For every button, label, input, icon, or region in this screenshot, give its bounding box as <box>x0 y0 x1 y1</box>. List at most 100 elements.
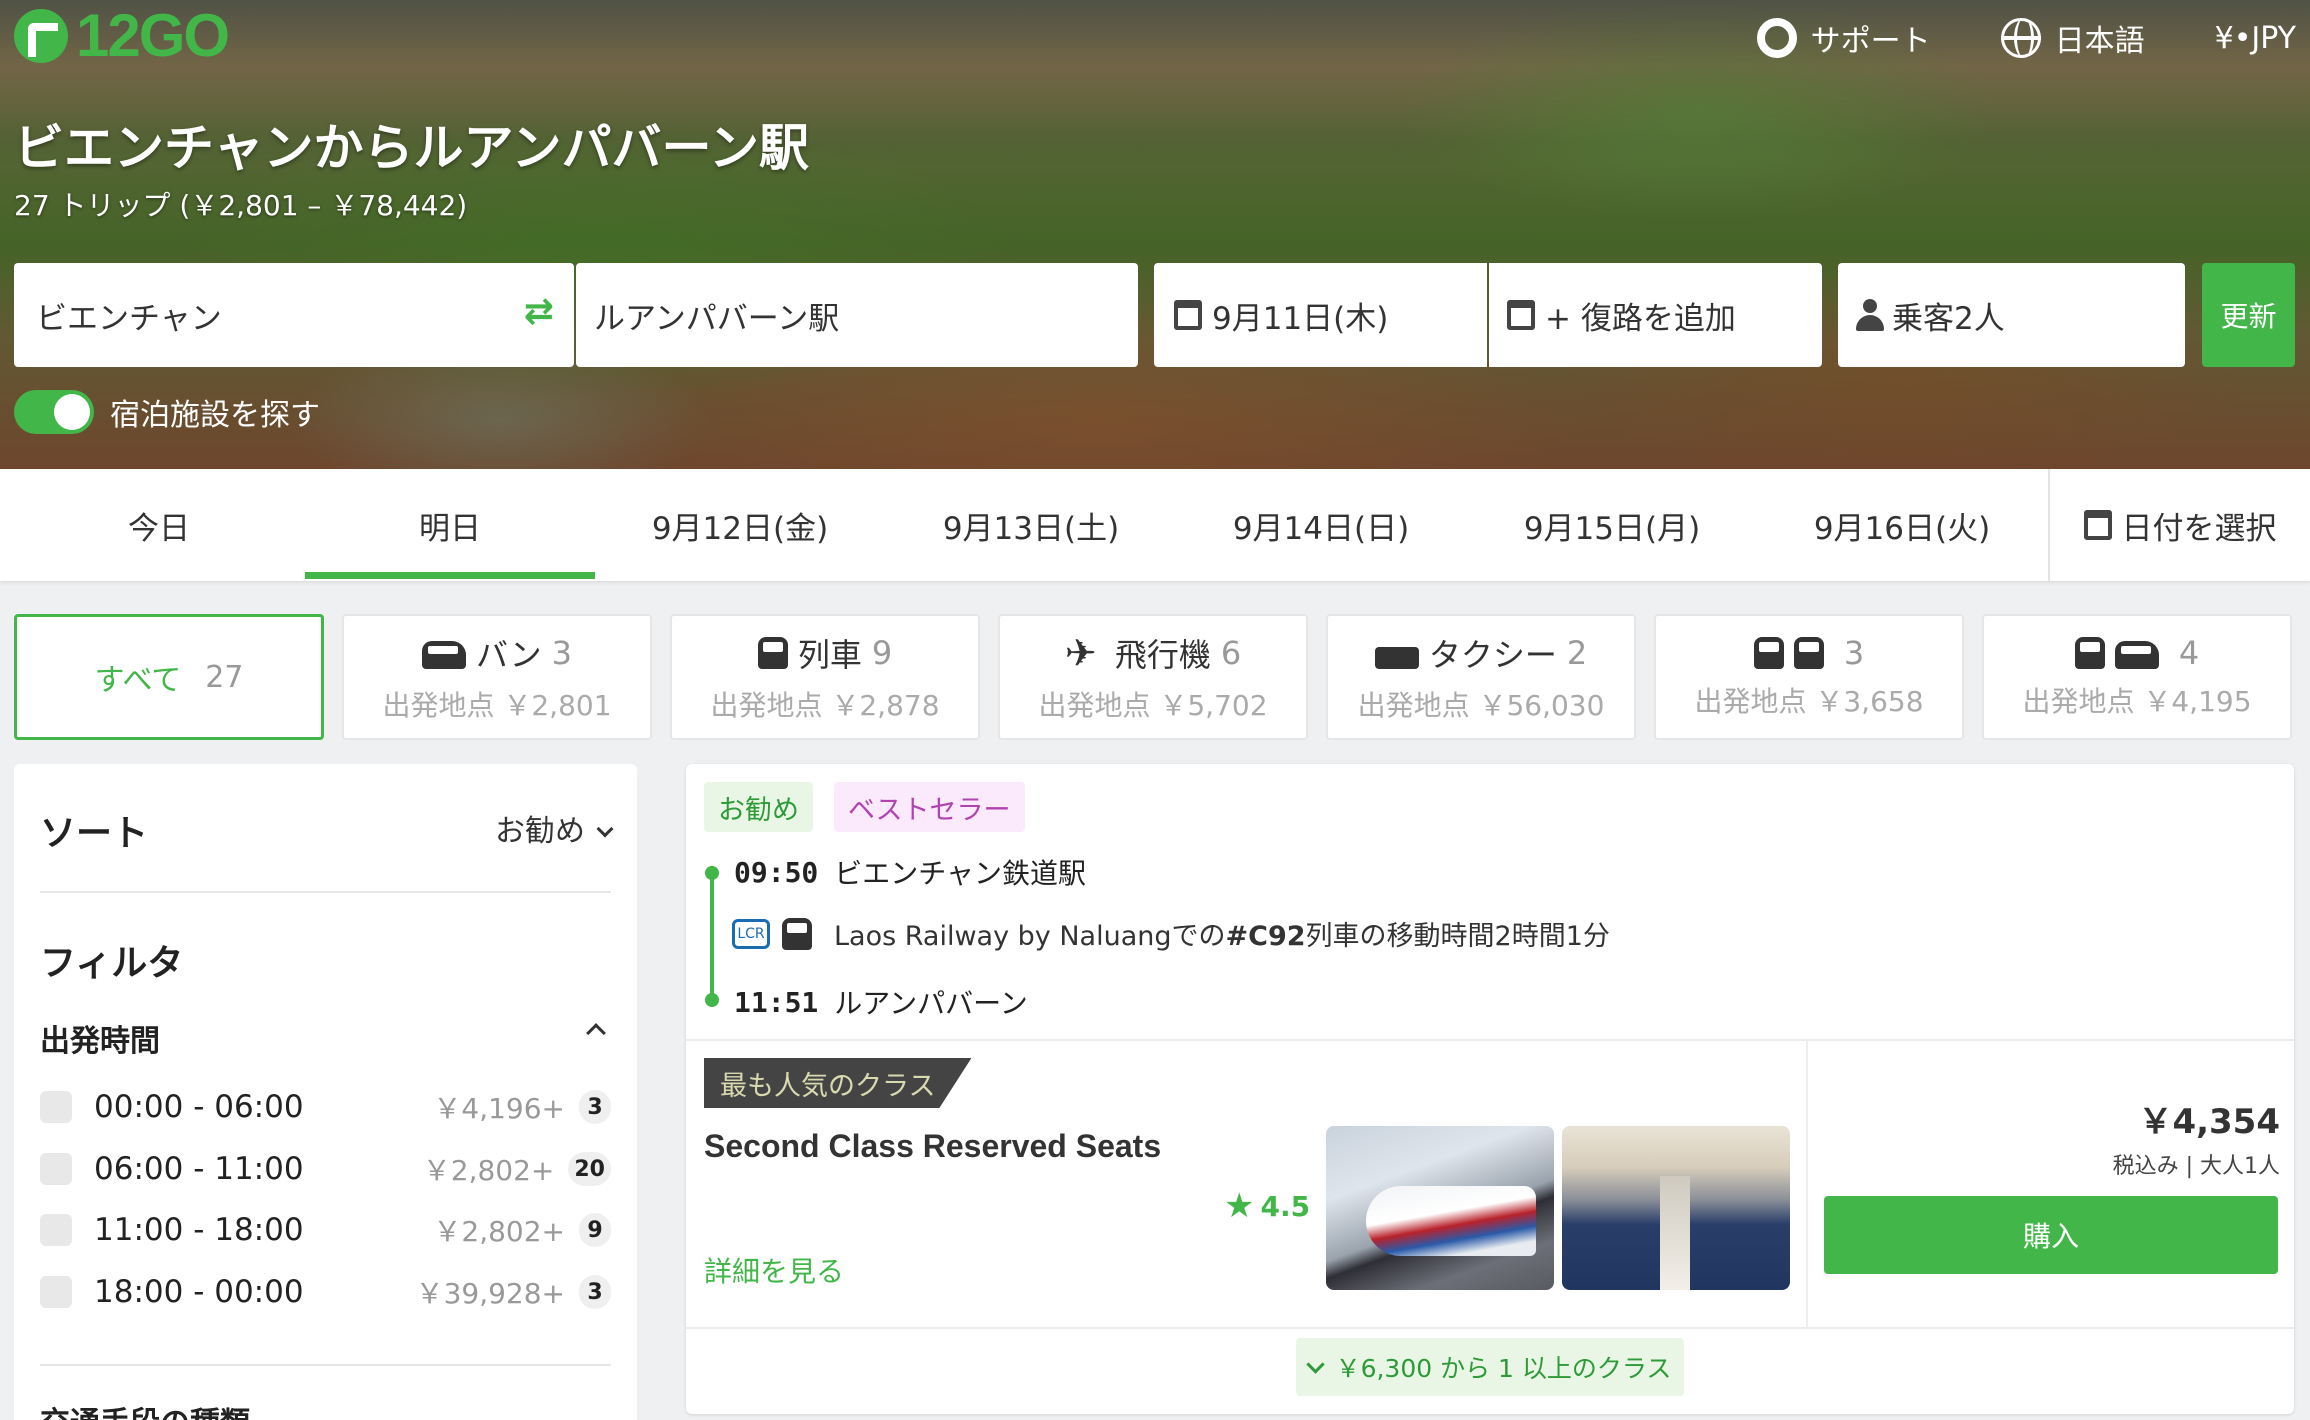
mode-tab-train[interactable]: 列車 9 出発地点 ￥2,878 <box>670 614 980 740</box>
mode-price: 出発地点 ￥56,030 <box>1357 689 1605 722</box>
hero-overlay <box>0 0 2310 469</box>
count-badge: 9 <box>579 1213 611 1247</box>
train-exterior-photo[interactable] <box>1326 1126 1554 1290</box>
update-button[interactable]: 更新 <box>2202 263 2295 367</box>
logo-text: 12GO <box>76 2 230 69</box>
train-icon <box>757 637 788 669</box>
checkbox[interactable] <box>40 1214 72 1246</box>
rating: ★ 4.5 <box>1224 1186 1310 1226</box>
mode-tab-all[interactable]: すべて 27 <box>14 614 324 740</box>
date-tab-sep13[interactable]: 9月13日(土) <box>886 469 1176 581</box>
language-selector[interactable]: 日本語 <box>2000 16 2145 60</box>
arrival-stop: 11:51 ルアンパバーン <box>734 982 1028 1022</box>
departure-filter-row[interactable]: 18:00 - 00:00 ￥39,928+ 3 <box>40 1267 611 1317</box>
date-tab-sep14[interactable]: 9月14日(日) <box>1176 469 1466 581</box>
details-link[interactable]: 詳細を見る <box>704 1250 844 1290</box>
departure-station: ビエンチャン鉄道駅 <box>834 857 1087 890</box>
logo[interactable]: 12GO <box>14 2 230 69</box>
operator-suffix: 列車の移動時間2時間1分 <box>1305 921 1610 952</box>
count-badge: 20 <box>568 1152 611 1186</box>
mode-count: 4 <box>2178 634 2200 672</box>
train-icon <box>2074 637 2105 669</box>
mode-price: 出発地点 ￥3,658 <box>1694 685 1924 718</box>
checkbox[interactable] <box>40 1153 72 1185</box>
train-icon <box>1793 637 1824 669</box>
operator-prefix: Laos Railway by Naluangでの <box>834 921 1226 952</box>
passengers-field[interactable]: 乗客2人 <box>1838 263 2185 367</box>
page-title: ビエンチャンからルアンパバーン駅 <box>14 119 809 177</box>
count-badge: 3 <box>579 1275 611 1309</box>
date-tab-sep16[interactable]: 9月16日(火) <box>1757 469 2047 581</box>
checkbox[interactable] <box>40 1091 72 1123</box>
price-note: 税込み | 大人1人 <box>2112 1154 2280 1179</box>
time-range: 18:00 - 00:00 <box>94 1274 304 1310</box>
date-tabs: 今日 明日 9月12日(金) 9月13日(土) 9月14日(日) 9月15日(月… <box>0 469 2310 581</box>
van-icon <box>422 641 467 669</box>
departure-date-field[interactable]: 9月11日(木) <box>1154 263 1487 367</box>
buy-button[interactable]: 購入 <box>1824 1196 2278 1274</box>
mode-count: 27 <box>205 659 244 695</box>
accommodation-toggle[interactable] <box>14 390 94 434</box>
popular-class-badge: 最も人気のクラス <box>704 1058 972 1108</box>
min-price: ￥2,802+ <box>422 1154 555 1187</box>
chevron-up-icon[interactable] <box>586 1023 606 1043</box>
mode-count: 2 <box>1566 634 1588 672</box>
arrival-station: ルアンパバーン <box>834 987 1028 1020</box>
date-tab-today[interactable]: 今日 <box>14 469 304 581</box>
support-label: サポート <box>1810 24 1931 59</box>
departure-date-value: 9月11日(木) <box>1212 300 1389 337</box>
logo-mark-icon <box>14 9 68 63</box>
calendar-icon <box>2083 510 2112 540</box>
time-range: 11:00 - 18:00 <box>94 1212 304 1248</box>
bus-icon <box>1753 637 1784 669</box>
support-link[interactable]: サポート <box>1756 16 1931 60</box>
train-interior-photo[interactable] <box>1562 1126 1790 1290</box>
more-classes-button[interactable]: ￥6,300 から 1 以上のクラス <box>1296 1338 1684 1396</box>
mode-tab-taxi[interactable]: タクシー 2 出発地点 ￥56,030 <box>1326 614 1636 740</box>
mode-tab-plane[interactable]: ✈ 飛行機 6 出発地点 ￥5,702 <box>998 614 1308 740</box>
origin-field[interactable]: ビエンチャン ⇄ <box>14 263 574 367</box>
departure-time-title[interactable]: 出発時間 <box>40 1016 160 1060</box>
departure-filter-row[interactable]: 06:00 - 11:00 ￥2,802+ 20 <box>40 1144 611 1194</box>
train-number: #C92 <box>1225 921 1306 952</box>
operator-logo-icon: LCR <box>732 918 770 949</box>
date-tab-sep12[interactable]: 9月12日(金) <box>595 469 885 581</box>
divider <box>40 891 611 893</box>
result-card: お勧め ベストセラー 09:50 ビエンチャン鉄道駅 LCR Laos Rail… <box>686 764 2294 1414</box>
destination-field[interactable]: ルアンパバーン駅 <box>576 263 1138 367</box>
van-icon <box>2114 641 2159 669</box>
arrival-dot <box>705 993 719 1007</box>
currency-label: ¥•JPY <box>2214 20 2296 56</box>
departure-filter-row[interactable]: 11:00 - 18:00 ￥2,802+ 9 <box>40 1205 611 1255</box>
min-price: ￥39,928+ <box>415 1277 565 1310</box>
mode-tab-train-van[interactable]: 4 出発地点 ￥4,195 <box>1982 614 2292 740</box>
calendar-icon <box>1507 300 1535 330</box>
operator-info: LCR Laos Railway by Naluangでの#C92列車の移動時間… <box>732 914 1610 953</box>
filter-sidebar: ソート お勧め フィルタ 出発時間 00:00 - 06:00 ￥4,196+ … <box>14 764 637 1420</box>
mode-tab-van[interactable]: バン 3 出発地点 ￥2,801 <box>342 614 652 740</box>
bestseller-badge: ベストセラー <box>834 782 1025 832</box>
mode-tab-bus-train[interactable]: 3 出発地点 ￥3,658 <box>1654 614 1964 740</box>
departure-dot <box>705 866 719 880</box>
return-date-value: + 復路を追加 <box>1545 300 1736 337</box>
date-tab-sep15[interactable]: 9月15日(月) <box>1467 469 1757 581</box>
class-name: Second Class Reserved Seats <box>704 1128 1162 1164</box>
mode-count: 6 <box>1220 634 1242 672</box>
plane-icon: ✈ <box>1064 631 1097 675</box>
date-tab-tomorrow[interactable]: 明日 <box>305 469 595 581</box>
filter-title: フィルタ <box>40 943 184 984</box>
checkbox[interactable] <box>40 1276 72 1308</box>
divider <box>686 1327 2294 1329</box>
price: ￥4,354 <box>2138 1102 2280 1142</box>
return-date-field[interactable]: + 復路を追加 <box>1489 263 1822 367</box>
hero-banner: 12GO サポート 日本語 ¥•JPY ビエンチャンからルアンパバーン駅 27 … <box>0 0 2310 469</box>
sort-dropdown[interactable]: お勧め <box>495 806 614 850</box>
divider <box>1806 1041 1808 1327</box>
currency-selector[interactable]: ¥•JPY <box>2215 21 2296 56</box>
date-picker-button[interactable]: 日付を選択 <box>2048 469 2310 581</box>
transport-type-title[interactable]: 交通手段の種類 <box>40 1398 250 1420</box>
swap-icon[interactable]: ⇄ <box>524 291 554 332</box>
chevron-down-icon <box>596 820 614 838</box>
departure-filter-row[interactable]: 00:00 - 06:00 ￥4,196+ 3 <box>40 1082 611 1132</box>
train-icon <box>782 917 812 950</box>
